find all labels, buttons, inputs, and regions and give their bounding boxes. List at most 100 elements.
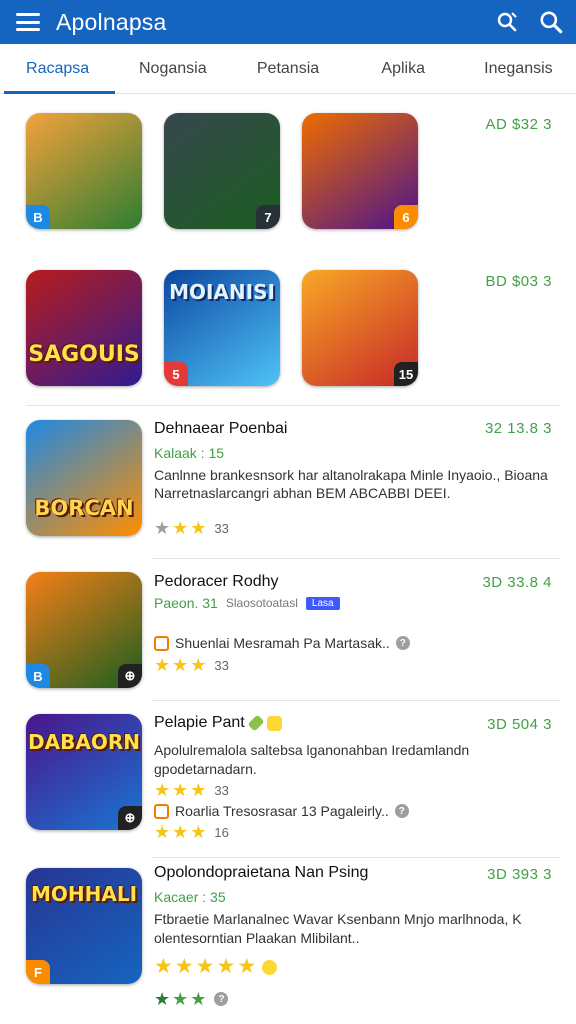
game-thumbnail[interactable]: 6 xyxy=(302,113,418,229)
meta-text: Shuenlai Mesramah Pa Martasak.. xyxy=(175,635,390,651)
star-rating: ★ ★ ★ ? xyxy=(154,989,229,1009)
app-title: Apolnapsa xyxy=(56,8,167,35)
star-icon: ★ xyxy=(190,989,207,1009)
tag-badge: Lasa xyxy=(305,596,340,610)
star-rating: ★ ★ ★ 33 xyxy=(154,656,229,674)
star-icon: ★ xyxy=(172,989,189,1009)
tab-racapsa[interactable]: Racapsa xyxy=(0,44,116,94)
price-label: AD $32 3 xyxy=(485,116,552,133)
game-title-row: Pelapie Pant xyxy=(154,714,282,732)
info-icon[interactable]: ? xyxy=(394,804,409,818)
game-description: Ftbraetie Marlanalnec Wavar Ksenbann Mnj… xyxy=(154,911,522,946)
rating-count: 33 xyxy=(214,657,229,673)
star-icon: ★ xyxy=(172,780,189,800)
price-label: 32 13.8 3 xyxy=(484,420,552,437)
tab-bar: Racapsa Nogansia Petansia Aplika Inegans… xyxy=(0,44,576,94)
star-icon: ★ xyxy=(237,955,257,978)
game-title[interactable]: Opolondopraietana Nan Psing xyxy=(154,864,368,882)
star-rating: ★ ★ ★ 33 xyxy=(154,519,229,537)
meta-row: Shuenlai Mesramah Pa Martasak.. ? xyxy=(154,635,410,651)
rating-count: 33 xyxy=(214,520,229,536)
platform-badge-icon: F xyxy=(26,960,50,984)
star-icon: ★ xyxy=(172,822,189,842)
filter-search-icon[interactable] xyxy=(492,7,522,37)
game-subtitle: Paeon. 31 xyxy=(154,595,218,611)
star-icon: ★ xyxy=(174,955,194,978)
game-thumbnail[interactable]: 15 xyxy=(302,270,418,386)
platform-badge: 15 xyxy=(394,362,418,386)
info-icon[interactable]: ? xyxy=(214,992,229,1006)
meta-text: Roarlia Tresosrasar 13 Pagaleirly.. xyxy=(175,803,389,819)
warning-icon xyxy=(154,635,169,651)
menu-icon xyxy=(16,13,40,31)
info-icon[interactable]: ? xyxy=(395,636,410,650)
app-bar: Apolnapsa xyxy=(0,0,576,44)
divider xyxy=(26,405,560,406)
thumbnail-logo-text: MOIANISI xyxy=(169,280,275,304)
star-icon: ★ xyxy=(190,780,207,800)
game-thumbnail[interactable]: B xyxy=(26,113,142,229)
price-label: 3D 504 3 xyxy=(487,716,552,733)
star-icon: ★ xyxy=(172,518,189,538)
star-icon: ★ xyxy=(190,518,207,538)
game-title[interactable]: Pedoracer Rodhy xyxy=(154,573,279,591)
price-label: 3D 393 3 xyxy=(487,866,552,883)
rating-count: 33 xyxy=(214,782,229,798)
emoji-icon xyxy=(266,715,282,731)
divider xyxy=(152,558,560,559)
star-icon: ★ xyxy=(154,780,171,800)
platform-badge-icon: B xyxy=(26,664,50,688)
menu-button[interactable] xyxy=(0,0,56,44)
star-icon: ★ xyxy=(216,955,236,978)
game-thumbnail[interactable]: B ⊕ xyxy=(26,572,142,688)
game-subtitle: Kalaak : 15 xyxy=(154,445,225,461)
star-icon: ★ xyxy=(195,955,215,978)
game-description: Apolulremalola saltebsa lganonahban Ired… xyxy=(154,742,470,777)
star-rating: ★ ★ ★ 16 xyxy=(154,823,229,841)
subtitle-extra: Slaosotoatasl xyxy=(225,596,298,610)
tab-nogansia[interactable]: Nogansia xyxy=(115,44,230,93)
star-icon: ★ xyxy=(154,955,173,978)
price-label: 3D 33.8 4 xyxy=(482,574,552,591)
search-icon[interactable] xyxy=(536,7,566,37)
platform-badge-icon: ⊕ xyxy=(118,664,142,688)
game-thumbnail[interactable]: MOIANISI 5 xyxy=(164,270,280,386)
platform-badge: 6 xyxy=(394,205,418,229)
game-thumbnail[interactable]: MOHHALI F xyxy=(26,868,142,984)
thumbnail-logo-text: DABAORN xyxy=(28,730,140,754)
tab-inegansis[interactable]: Inegansis xyxy=(461,44,576,93)
game-title[interactable]: Pelapie Pant xyxy=(154,714,245,732)
game-thumbnail[interactable]: SAGOUIS xyxy=(26,270,142,386)
tab-aplika[interactable]: Aplika xyxy=(346,44,461,93)
price-label: BD $03 3 xyxy=(485,273,552,290)
tab-petansia[interactable]: Petansia xyxy=(230,44,345,93)
star-icon: ★ xyxy=(154,655,171,675)
platform-badge: 5 xyxy=(164,362,188,386)
divider xyxy=(152,700,560,701)
platform-badge: B xyxy=(26,205,50,229)
thumbnail-logo-text: BORCAN xyxy=(34,496,134,520)
game-thumbnail[interactable]: DABAORN ⊕ xyxy=(26,714,142,830)
badge-icon xyxy=(262,959,278,975)
star-icon: ★ xyxy=(190,655,207,675)
star-half-icon: ★ xyxy=(154,518,171,538)
star-icon: ★ xyxy=(154,989,171,1009)
thumbnail-logo-text: SAGOUIS xyxy=(28,342,140,367)
game-thumbnail[interactable]: 7 xyxy=(164,113,280,229)
game-thumbnail[interactable]: BORCAN xyxy=(26,420,142,536)
divider xyxy=(152,857,560,858)
warning-icon xyxy=(154,803,169,819)
meta-row: Roarlia Tresosrasar 13 Pagaleirly.. ? xyxy=(154,803,409,819)
platform-badge: 7 xyxy=(256,205,280,229)
leaf-icon xyxy=(247,714,265,732)
game-subtitle: Kacaer : 35 xyxy=(154,889,226,905)
game-title[interactable]: Dehnaear Poenbai xyxy=(154,420,287,438)
platform-badge-icon: ⊕ xyxy=(118,806,142,830)
thumbnail-logo-text: MOHHALI xyxy=(30,882,138,906)
star-icon: ★ xyxy=(154,822,171,842)
star-rating: ★ ★ ★ ★ ★ xyxy=(154,955,278,978)
star-rating: ★ ★ ★ 33 xyxy=(154,781,229,799)
game-subtitle-row: Paeon. 31 Slaosotoatasl Lasa xyxy=(154,595,340,611)
rating-count: 16 xyxy=(214,824,229,840)
star-icon: ★ xyxy=(172,655,189,675)
